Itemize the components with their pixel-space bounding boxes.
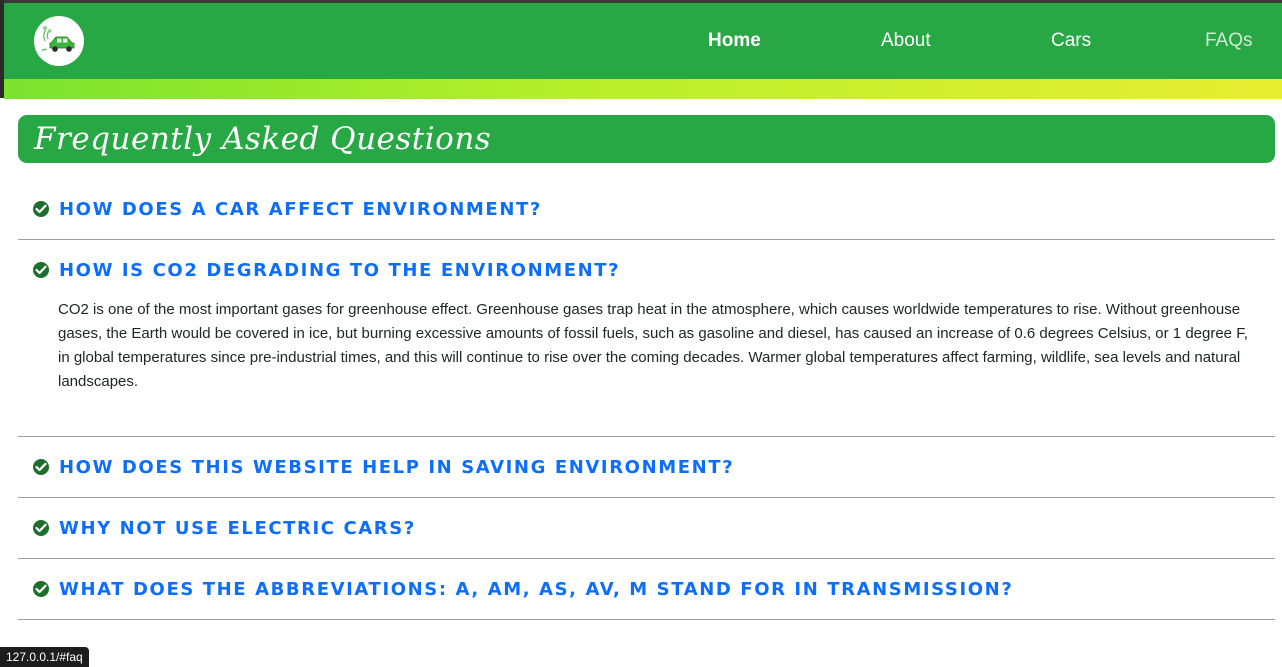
- faq-item-expanded: How is CO2 degrading to the environment?…: [18, 240, 1275, 437]
- decorative-gradient-bar: [4, 79, 1282, 99]
- faq-question: How does this website help in saving env…: [59, 456, 735, 478]
- nav-faqs[interactable]: FAQs: [1205, 30, 1253, 52]
- check-circle-icon: [33, 262, 49, 278]
- nav-about[interactable]: About: [881, 30, 931, 52]
- nav-home[interactable]: Home: [708, 30, 761, 52]
- faq-item: How does this website help in saving env…: [18, 437, 1275, 498]
- check-circle-icon: [33, 581, 49, 597]
- faq-question-toggle[interactable]: How does this website help in saving env…: [33, 453, 734, 481]
- link-status-tooltip: 127.0.0.1/#faq: [0, 647, 89, 667]
- faq-answer: CO2 is one of the most important gases f…: [58, 301, 1248, 390]
- navbar: Home About Cars FAQs: [4, 3, 1282, 79]
- nav-cars[interactable]: Cars: [1051, 30, 1091, 52]
- faq-question: Why not use electric cars?: [59, 517, 416, 539]
- check-circle-icon: [33, 201, 49, 217]
- logo-link[interactable]: [34, 16, 84, 66]
- check-circle-icon: [33, 520, 49, 536]
- page-title: Frequently Asked Questions: [34, 121, 492, 157]
- faq-question: How does a car affect environment?: [59, 198, 542, 220]
- faq-question-toggle[interactable]: Why not use electric cars?: [33, 514, 416, 542]
- faq-item: How does a car affect environment?: [18, 163, 1275, 240]
- electric-car-logo-icon: [41, 26, 75, 52]
- faq-item: Why not use electric cars?: [18, 498, 1275, 559]
- faq-question: How is CO2 degrading to the environment?: [59, 259, 621, 281]
- faq-question: What does the abbreviations: A, AM, AS, …: [59, 578, 1014, 600]
- faq-header: Frequently Asked Questions: [18, 115, 1275, 163]
- check-circle-icon: [33, 459, 49, 475]
- faq-question-toggle[interactable]: How does a car affect environment?: [33, 195, 542, 223]
- faq-question-toggle[interactable]: How is CO2 degrading to the environment?: [33, 256, 620, 284]
- faq-question-toggle[interactable]: What does the abbreviations: A, AM, AS, …: [33, 575, 1013, 603]
- faq-item: What does the abbreviations: A, AM, AS, …: [18, 559, 1275, 620]
